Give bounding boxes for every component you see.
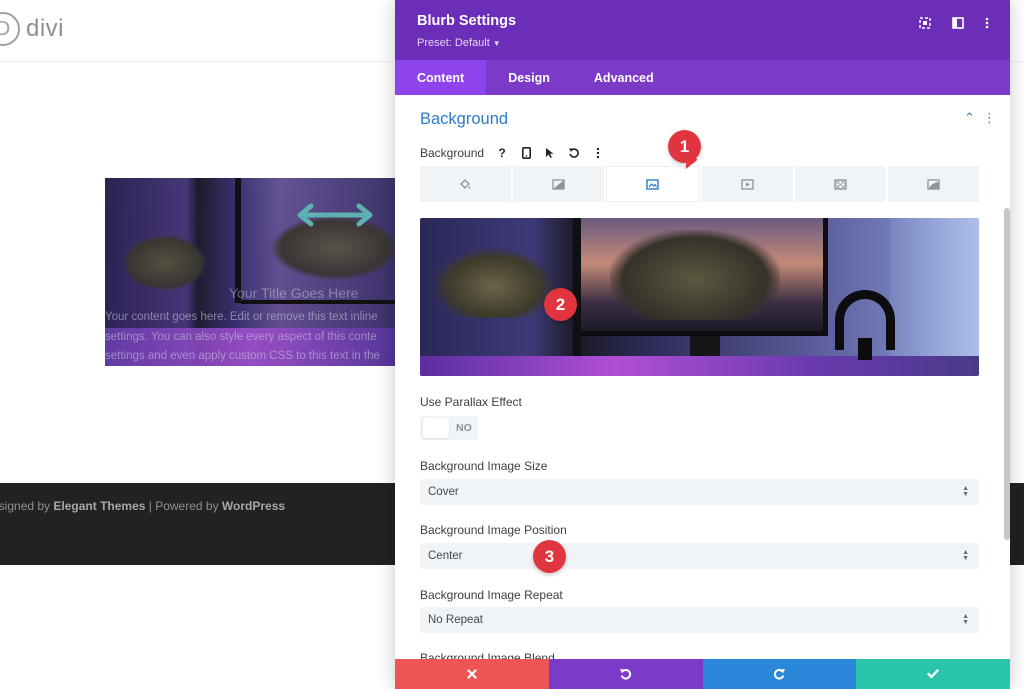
blurb-body-text: Your content goes here. Edit or remove t… — [105, 308, 395, 366]
preview-image-detail — [420, 356, 979, 376]
redo-icon — [773, 668, 785, 680]
footer-prefix: esigned by — [0, 499, 51, 513]
blurb-text-line: Your content goes here. Edit or remove t… — [105, 311, 378, 323]
background-video-tab[interactable] — [701, 166, 793, 202]
gradient-icon — [552, 178, 565, 190]
toggle-state: NO — [456, 422, 472, 434]
callout-number: 3 — [544, 546, 555, 566]
help-icon[interactable]: ? — [494, 145, 510, 161]
video-icon — [740, 178, 754, 190]
image-position-select[interactable]: Center ▲ ▼ — [420, 543, 979, 569]
background-field-label: Background — [420, 146, 485, 160]
preview-image-detail — [434, 248, 554, 318]
image-repeat-value: No Repeat — [428, 614, 483, 626]
select-arrows-icon: ▲ ▼ — [962, 613, 969, 626]
image-icon — [646, 178, 660, 190]
background-field-header: Background ? — [420, 145, 606, 161]
mask-icon — [927, 178, 940, 190]
image-position-value: Center — [428, 550, 463, 562]
close-icon — [467, 669, 477, 679]
background-image-preview[interactable] — [420, 218, 979, 376]
background-group-title[interactable]: Background — [420, 110, 508, 129]
chevron-up-icon[interactable]: ⌃ — [964, 110, 975, 126]
modal-footer — [395, 659, 1010, 689]
double-arrow-icon — [297, 203, 373, 227]
select-arrows-icon: ▲ ▼ — [962, 485, 969, 498]
callout-badge: 3 — [533, 540, 566, 573]
field-more-icon[interactable] — [590, 145, 606, 161]
blurb-title: Your Title Goes Here — [229, 285, 359, 301]
reset-icon[interactable] — [566, 145, 582, 161]
parallax-toggle[interactable]: NO — [420, 416, 478, 440]
toggle-knob — [423, 418, 449, 438]
tab-content[interactable]: Content — [395, 60, 487, 95]
image-size-select[interactable]: Cover ▲ ▼ — [420, 479, 979, 505]
callout-badge: 1 — [668, 130, 701, 172]
split-view-icon[interactable] — [947, 12, 969, 34]
background-type-tabs — [420, 166, 980, 202]
preview-image-detail — [890, 218, 979, 376]
image-position-label: Background Image Position — [420, 523, 567, 537]
select-arrows-icon: ▲ ▼ — [962, 549, 969, 562]
tab-design[interactable]: Design — [486, 60, 572, 95]
preview-image-detail — [858, 338, 872, 360]
modal-body: Background ⌃ ⋮ Background ? Use Parallax… — [395, 95, 1010, 659]
mobile-icon[interactable] — [518, 145, 534, 161]
caret-down-icon: ▼ — [492, 39, 501, 48]
background-gradient-tab[interactable] — [513, 166, 605, 202]
image-repeat-select[interactable]: No Repeat ▲ ▼ — [420, 607, 979, 633]
background-pattern-tab[interactable] — [794, 166, 886, 202]
footer-platform-link[interactable]: WordPress — [222, 499, 285, 513]
expand-icon[interactable] — [914, 12, 936, 34]
checkmark-icon — [927, 669, 939, 679]
background-mask-tab[interactable] — [887, 166, 980, 202]
preset-dropdown[interactable]: Preset: Default ▼ — [417, 37, 501, 49]
paint-bucket-icon — [460, 178, 471, 189]
background-image-tab[interactable] — [606, 166, 700, 202]
modal-scrollbar[interactable] — [1004, 208, 1010, 540]
blurb-text-line: settings and even apply custom CSS to th… — [105, 350, 380, 362]
blurb-module-preview[interactable]: Your Title Goes Here Your content goes h… — [105, 178, 395, 366]
divi-logo-mark: D — [0, 12, 20, 46]
modal-header[interactable]: Blurb Settings Preset: Default ▼ — [395, 0, 1010, 60]
background-color-tab[interactable] — [420, 166, 512, 202]
modal-title: Blurb Settings — [417, 13, 517, 29]
image-blend-label: Background Image Blend — [420, 651, 555, 659]
footer-separator: | Powered by — [145, 499, 222, 513]
callout-number: 2 — [555, 294, 566, 314]
preview-image-detail — [610, 230, 780, 320]
tab-advanced[interactable]: Advanced — [572, 60, 676, 95]
modal-tabs: Content Design Advanced — [395, 60, 1010, 95]
divi-logo-text: divi — [26, 15, 65, 42]
callout-badge: 2 — [544, 288, 577, 321]
parallax-label: Use Parallax Effect — [420, 395, 522, 409]
more-options-icon[interactable] — [976, 12, 998, 34]
save-button[interactable] — [856, 659, 1010, 689]
footer-designer-link[interactable]: Elegant Themes — [53, 499, 145, 513]
image-size-label: Background Image Size — [420, 459, 548, 473]
footer-credits: esigned by Elegant Themes | Powered by W… — [0, 499, 285, 513]
preset-label: Preset: Default — [417, 37, 490, 49]
pattern-icon — [834, 178, 847, 190]
divi-logo[interactable]: D divi — [0, 12, 64, 46]
discard-button[interactable] — [395, 659, 549, 689]
group-more-icon[interactable]: ⋮ — [983, 110, 996, 126]
image-repeat-label: Background Image Repeat — [420, 588, 563, 602]
blurb-settings-modal: Blurb Settings Preset: Default ▼ Content … — [395, 0, 1010, 689]
blurb-text-line: settings. You can also style every aspec… — [105, 330, 377, 343]
undo-icon — [620, 668, 632, 680]
hover-cursor-icon[interactable] — [542, 145, 558, 161]
undo-button[interactable] — [548, 659, 703, 689]
group-actions: ⌃ ⋮ — [964, 110, 996, 126]
image-size-value: Cover — [428, 486, 459, 498]
redo-button[interactable] — [702, 659, 857, 689]
